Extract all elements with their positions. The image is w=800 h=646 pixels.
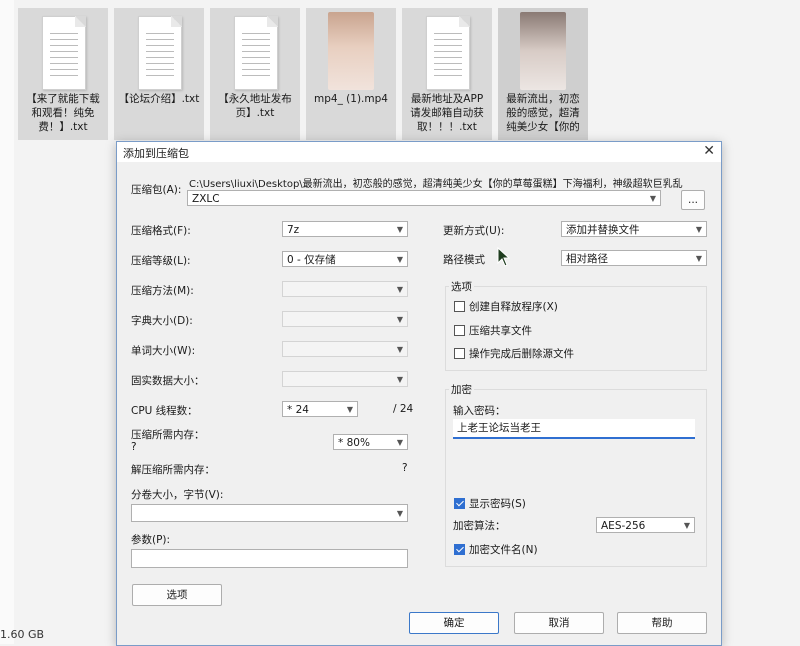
delete-checkbox[interactable] [454,348,465,359]
text-file-icon [42,16,86,90]
dict-label: 字典大小(D): [131,315,193,327]
text-file-icon [138,16,182,90]
cpu-select[interactable]: * 24 ▼ [282,401,358,417]
file-name: 最新地址及APP请发邮箱自动获取！！！.txt [410,93,484,133]
browse-button[interactable]: ... [681,190,705,210]
chevron-down-icon: ▼ [396,255,403,264]
update-select[interactable]: 添加并替换文件 ▼ [561,221,707,237]
chevron-down-icon: ▼ [683,521,690,530]
sfx-checkbox[interactable] [454,301,465,312]
word-label: 单词大小(W): [131,345,196,357]
update-value: 添加并替换文件 [566,224,640,236]
mem-question: ? [131,441,137,453]
show-password-checkbox[interactable] [454,498,465,509]
file-item[interactable]: 最新流出，初恋般的感觉，超清纯美少女【你的 [498,8,588,140]
status-size: 1.60 GB [0,628,45,641]
file-name: mp4_ (1).mp4 [314,93,388,105]
left-edge-panel [0,0,14,644]
show-password-label: 显示密码(S) [469,498,526,510]
video-thumbnail-icon [328,12,374,90]
word-select[interactable]: ▼ [282,341,408,357]
format-label: 压缩格式(F): [131,225,191,237]
chevron-down-icon: ▼ [396,375,403,384]
enc-method-value: AES-256 [601,520,646,532]
params-input[interactable] [131,549,408,568]
mouse-cursor-icon [497,247,511,267]
shared-checkbox[interactable] [454,325,465,336]
archive-name-combo[interactable]: ZXLC ▼ [187,190,661,206]
video-thumbnail-icon [520,12,566,90]
chevron-down-icon: ▼ [396,509,403,518]
file-item[interactable]: mp4_ (1).mp4 [306,8,396,140]
dialog-titlebar[interactable]: 添加到压缩包 ✕ [117,142,721,162]
method-label: 压缩方法(M): [131,285,194,297]
chevron-down-icon: ▼ [695,225,702,234]
level-select[interactable]: 0 - 仅存储 ▼ [282,251,408,267]
encrypt-names-checkbox[interactable] [454,544,465,555]
path-select[interactable]: 相对路径 ▼ [561,250,707,266]
cpu-total: / 24 [393,403,414,415]
cancel-button[interactable]: 取消 [514,612,604,634]
method-select[interactable]: ▼ [282,281,408,297]
password-label: 输入密码： [453,405,506,417]
solid-label: 固实数据大小： [131,375,205,387]
enc-method-select[interactable]: AES-256 ▼ [596,517,695,533]
options-button[interactable]: 选项 [132,584,222,606]
dict-select[interactable]: ▼ [282,311,408,327]
chevron-down-icon: ▼ [649,194,656,203]
chevron-down-icon: ▼ [396,345,403,354]
mem-label: 压缩所需内存： [131,429,205,441]
format-value: 7z [287,224,300,236]
level-value: 0 - 仅存储 [287,254,336,266]
chevron-down-icon: ▼ [346,405,353,414]
text-file-icon [426,16,470,90]
cpu-label: CPU 线程数： [131,405,198,417]
help-button[interactable]: 帮助 [617,612,707,634]
decomp-label: 解压缩所需内存： [131,464,215,476]
level-label: 压缩等级(L): [131,255,191,267]
dialog-title: 添加到压缩包 [123,147,189,160]
chevron-down-icon: ▼ [396,225,403,234]
text-file-icon [234,16,278,90]
sfx-label: 创建自释放程序(X) [469,301,558,313]
password-input[interactable]: 上老王论坛当老王 [453,419,695,439]
file-name: 【论坛介绍】.txt [118,93,200,105]
update-label: 更新方式(U): [443,225,505,237]
chevron-down-icon: ▼ [396,315,403,324]
delete-label: 操作完成后删除源文件 [469,348,574,360]
split-combo[interactable]: ▼ [131,504,408,522]
archive-label: 压缩包(A): [131,184,182,196]
file-item[interactable]: 最新地址及APP请发邮箱自动获取！！！.txt [402,8,492,140]
path-label: 路径模式 [443,254,485,266]
encrypt-names-label: 加密文件名(N) [469,544,538,556]
encryption-group-title: 加密 [449,382,474,397]
file-name: 【来了就能下载和观看！纯免费！】.txt [26,93,100,133]
mem-select[interactable]: * 80% ▼ [333,434,408,450]
close-icon[interactable]: ✕ [703,143,715,159]
options-group-title: 选项 [449,279,474,294]
chevron-down-icon: ▼ [695,254,702,263]
ok-button[interactable]: 确定 [409,612,499,634]
file-name: 最新流出，初恋般的感觉，超清纯美少女【你的 [506,93,580,133]
cpu-value: * 24 [287,404,309,416]
solid-select[interactable]: ▼ [282,371,408,387]
format-select[interactable]: 7z ▼ [282,221,408,237]
params-label: 参数(P): [131,534,171,546]
mem-value: * 80% [338,437,370,449]
file-item[interactable]: 【来了就能下载和观看！纯免费！】.txt [18,8,108,140]
archive-name-value: ZXLC [192,193,220,205]
archive-path: C:\Users\liuxi\Desktop\最新流出，初恋般的感觉，超清纯美少… [189,179,683,190]
file-name: 【永久地址发布页】.txt [218,93,292,119]
decomp-question: ? [402,462,408,474]
split-label: 分卷大小，字节(V): [131,489,224,501]
shared-label: 压缩共享文件 [469,325,532,337]
chevron-down-icon: ▼ [396,285,403,294]
path-value: 相对路径 [566,253,608,265]
file-item[interactable]: 【论坛介绍】.txt [114,8,204,140]
add-to-archive-dialog: 添加到压缩包 ✕ 压缩包(A): C:\Users\liuxi\Desktop\… [116,141,722,646]
file-item[interactable]: 【永久地址发布页】.txt [210,8,300,140]
chevron-down-icon: ▼ [396,438,403,447]
enc-method-label: 加密算法： [453,520,506,532]
